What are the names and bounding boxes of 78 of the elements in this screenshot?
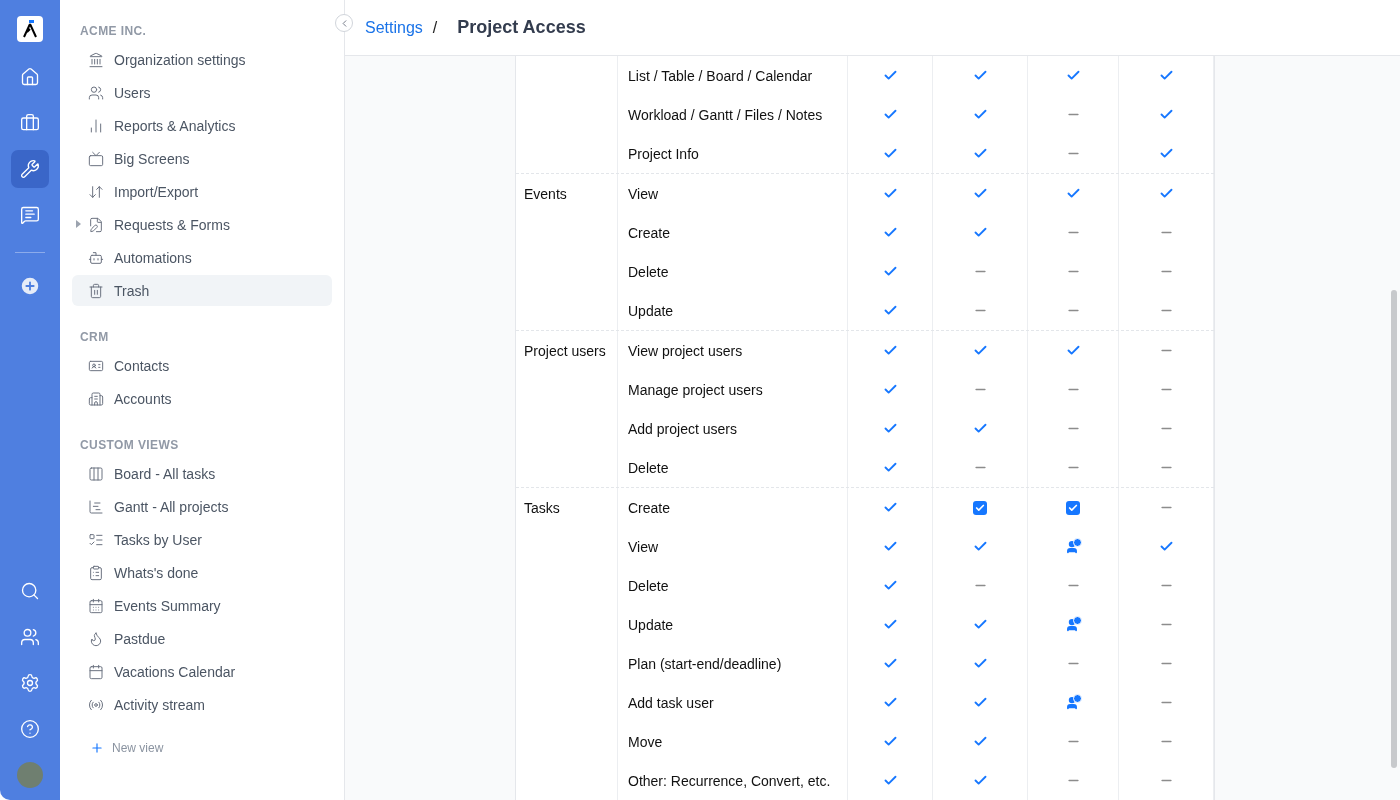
logo-icon (17, 16, 43, 42)
sidebar-item[interactable]: Gantt - All projects (72, 491, 332, 522)
arrows-icon (88, 183, 104, 200)
sidebar-item[interactable]: Activity stream (72, 689, 332, 720)
group-name: Events (524, 186, 567, 202)
gantt-icon (88, 498, 104, 515)
sidebar-item[interactable]: Import/Export (72, 176, 332, 207)
permission-name: View (628, 538, 659, 555)
sidebar-item[interactable]: Contacts (72, 350, 332, 381)
permission-name: Update (628, 616, 674, 633)
permission-name: Workload / Gantt / Files / Notes (628, 106, 823, 123)
permission-name: Add task user (628, 694, 714, 711)
permission-name: Delete (628, 459, 669, 476)
sidebar-item[interactable]: Whats's done (72, 557, 332, 588)
sidebar-item[interactable]: Accounts (72, 383, 332, 414)
sidebar-item[interactable]: Big Screens (72, 143, 332, 174)
section-title: ACME INC. (79, 23, 148, 40)
sidebar-item[interactable]: Vacations Calendar (72, 656, 332, 687)
settings-icon (20, 673, 40, 693)
group-name: Project users (524, 343, 606, 359)
plus-circle-icon (19, 275, 41, 297)
section-title: CUSTOM VIEWS (79, 437, 180, 454)
sidebar-item[interactable]: Organization settings (72, 44, 332, 75)
checkbox[interactable] (973, 500, 987, 515)
building-icon (88, 390, 104, 407)
sidebar-item[interactable]: Reports & Analytics (72, 110, 332, 141)
section-title: CRM (79, 329, 110, 346)
permission-name: Create (628, 499, 671, 516)
permission-name: View (628, 185, 659, 202)
scrollbar[interactable] (1391, 290, 1397, 768)
help-icon (20, 719, 40, 739)
sidebar-item[interactable]: Automations (72, 242, 332, 273)
sidebar-item[interactable]: Requests & Forms (72, 209, 332, 240)
bank-icon (88, 51, 104, 68)
permission-name: Manage project users (628, 381, 763, 398)
sidebar-item[interactable]: Events Summary (72, 590, 332, 621)
users-icon (20, 627, 40, 647)
calendar-icon (88, 663, 104, 680)
permission-name: Project Info (628, 145, 699, 162)
briefcase-icon (20, 113, 40, 133)
search-icon (20, 581, 40, 601)
list-icon (88, 531, 104, 548)
permission-name: Move (628, 733, 663, 750)
sidebar-item[interactable]: Users (72, 77, 332, 108)
chat-icon (20, 205, 40, 225)
sidebar-item[interactable]: Tasks by User (72, 524, 332, 555)
permission-name: Update (628, 302, 674, 319)
permission-name: List / Table / Board / Calendar (628, 67, 813, 84)
tools-button[interactable] (11, 150, 49, 188)
plus-icon[interactable] (90, 741, 104, 755)
tools-icon (20, 159, 40, 179)
sidebar-item[interactable]: Pastdue (72, 623, 332, 654)
flame-icon (88, 630, 104, 647)
tv-icon (88, 150, 104, 167)
permission-name: Delete (628, 577, 669, 594)
sidebar-item[interactable]: Trash (72, 275, 332, 306)
users-icon (88, 84, 104, 101)
bar-chart-icon (88, 117, 104, 134)
breadcrumb-separator: / (432, 18, 438, 37)
form-icon (88, 216, 104, 233)
trash-icon (88, 282, 104, 299)
permission-name: Plan (start-end/deadline) (628, 655, 782, 672)
calendar-icon (88, 597, 104, 614)
board-icon (88, 465, 104, 482)
permission-name: Delete (628, 263, 669, 280)
breadcrumb-link[interactable]: Settings (365, 18, 423, 37)
group-name: Tasks (524, 500, 560, 516)
permission-name: Add project users (628, 420, 737, 437)
permission-name: Other: Recurrence, Convert, etc. (628, 772, 831, 789)
sidebar-item[interactable]: Board - All tasks (72, 458, 332, 489)
home-icon (20, 67, 40, 87)
permission-name: Create (628, 224, 671, 241)
robot-icon (88, 249, 104, 266)
checkbox[interactable] (1066, 500, 1080, 515)
permission-name: View project users (628, 342, 743, 359)
page-title: Project Access (457, 17, 586, 38)
checklist-icon (88, 564, 104, 581)
caret-icon[interactable] (76, 220, 81, 228)
